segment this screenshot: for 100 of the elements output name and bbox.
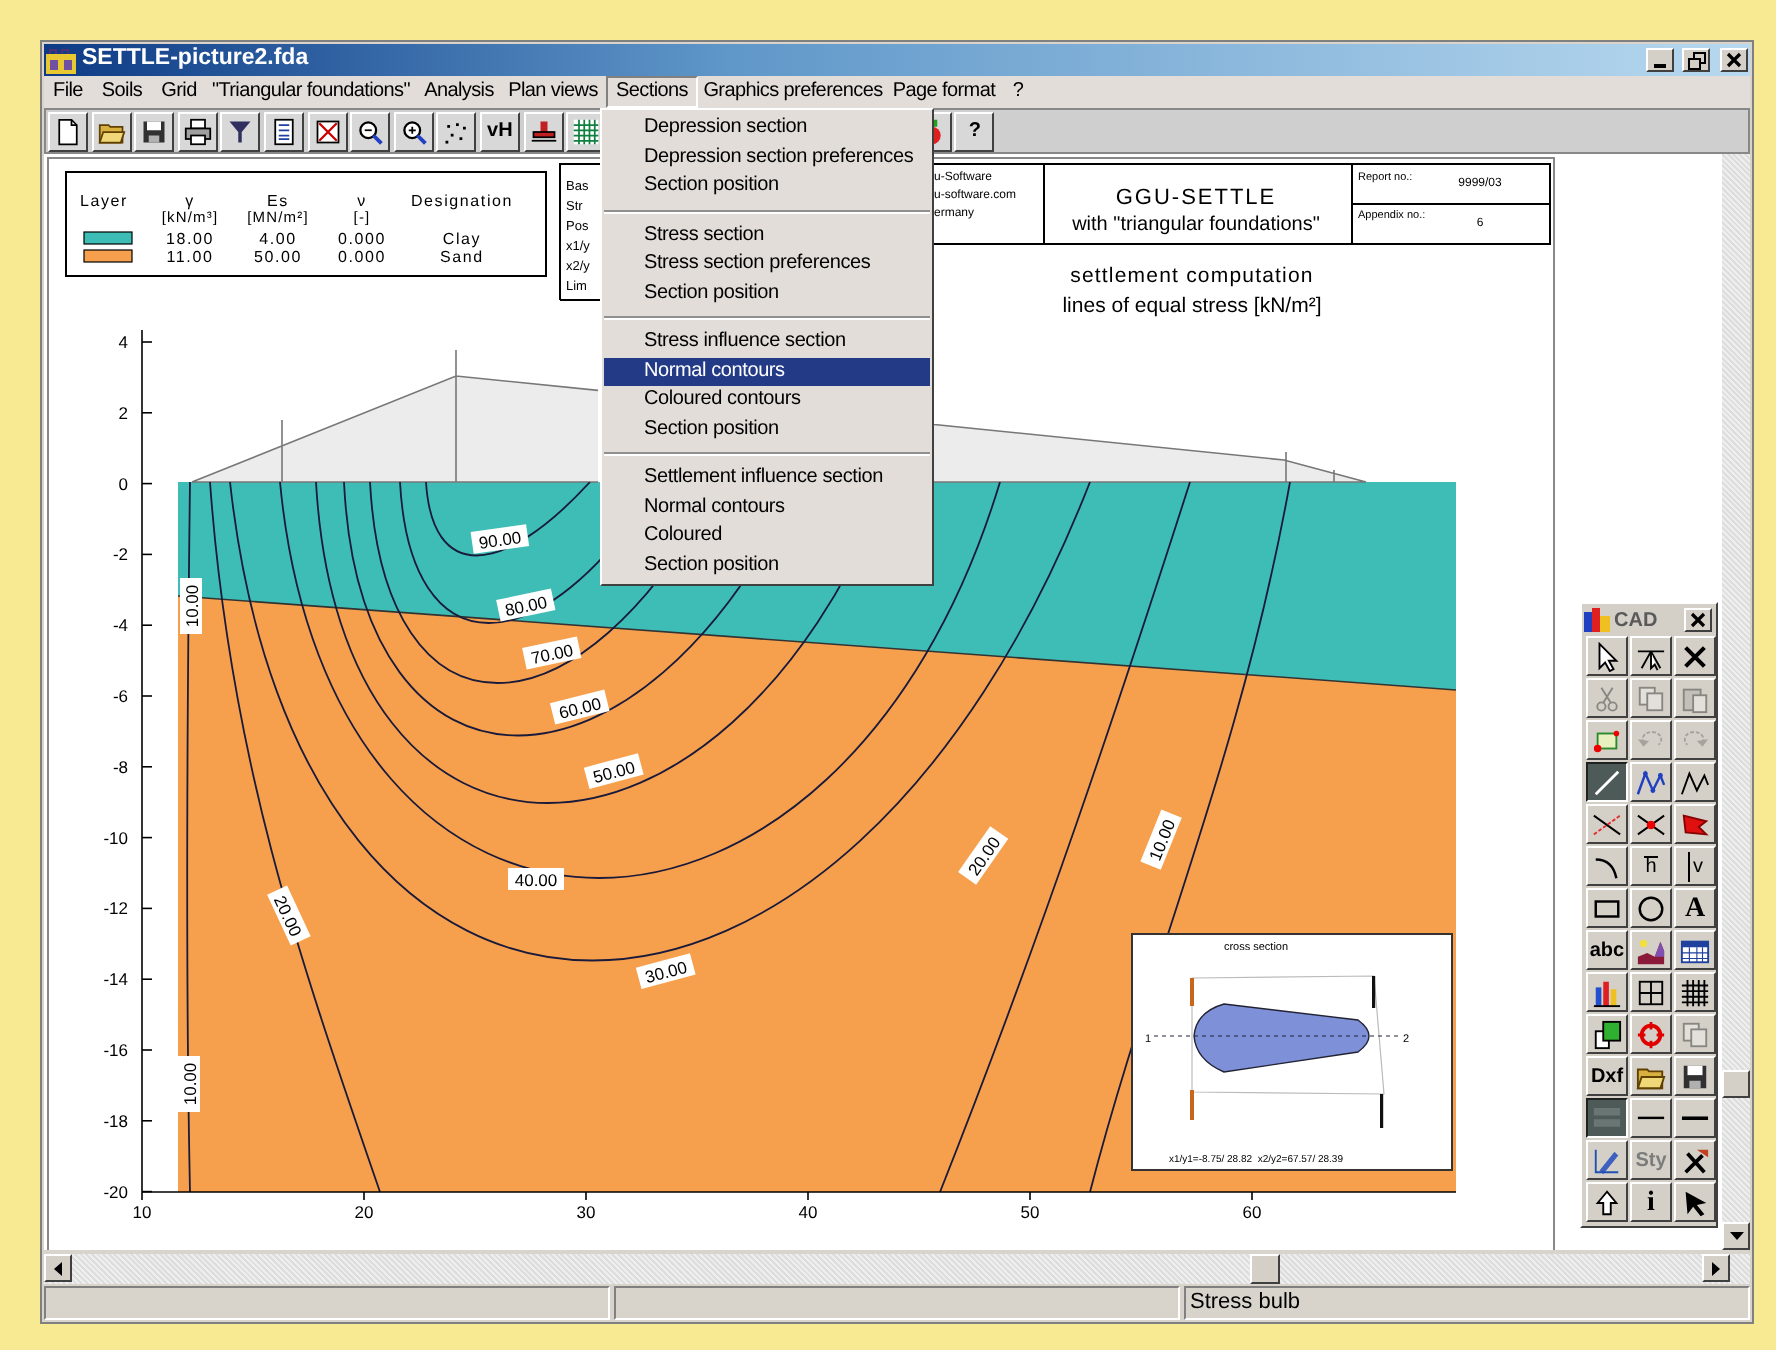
toolbar-button[interactable] xyxy=(436,111,477,152)
menu-item[interactable]: Coloured contours xyxy=(604,386,930,415)
column-header: ν xyxy=(357,192,367,211)
menu-item[interactable]: Page format xyxy=(888,78,1000,106)
legend-value: 50.00 xyxy=(253,248,303,267)
column-header: Layer xyxy=(80,192,128,211)
contour-label: 10.00 xyxy=(178,1056,200,1113)
menu-item[interactable]: Section position xyxy=(604,415,930,444)
axis-tick-label: -8 xyxy=(112,757,128,778)
toolbar-button[interactable] xyxy=(220,111,261,152)
menu-item[interactable]: File xyxy=(46,78,90,106)
column-header: γ xyxy=(185,192,195,211)
axis-tick-label: -4 xyxy=(112,616,128,636)
axis-tick-label: 0 xyxy=(118,474,128,495)
menu-item[interactable]: Plan views xyxy=(504,78,602,106)
tool-button[interactable]: Dxf xyxy=(1586,1056,1628,1096)
axis-tick-label: -20 xyxy=(103,1182,128,1203)
axis-tick-label: 4 xyxy=(118,332,128,353)
down-arrow-icon xyxy=(1729,1232,1743,1241)
close-button[interactable] xyxy=(1720,48,1748,72)
close-button[interactable] xyxy=(1684,608,1712,632)
save-icon xyxy=(140,117,169,146)
scroll-right-button[interactable] xyxy=(1702,1254,1730,1283)
tool-button[interactable] xyxy=(1586,762,1628,802)
toolbar-button[interactable] xyxy=(91,111,132,152)
toolbar-button[interactable] xyxy=(393,111,434,152)
legend-value: 4.00 xyxy=(259,230,297,249)
menu-item[interactable]: Depression section xyxy=(604,114,930,143)
contour-label: 80.00 xyxy=(496,589,556,623)
menu-item[interactable]: ? xyxy=(1004,78,1032,106)
table-icon xyxy=(1680,935,1710,965)
right-arrow-icon xyxy=(1712,1261,1720,1276)
menu-item[interactable]: Grid xyxy=(154,78,204,106)
toolbar-button[interactable]: vH xyxy=(479,111,520,152)
palette-icon xyxy=(1584,608,1610,632)
axis-tick-label: -6 xyxy=(112,686,128,707)
scroll-down-button[interactable] xyxy=(1722,1222,1750,1251)
contour-label: 70.00 xyxy=(522,637,582,671)
menu-item[interactable]: Depression section preferences xyxy=(604,143,930,172)
menu-item[interactable]: Soils xyxy=(94,78,150,106)
menu-item[interactable]: Section position xyxy=(604,172,930,201)
menu-item[interactable]: "Triangular foundations" xyxy=(208,78,414,106)
tool-button[interactable]: A xyxy=(1674,888,1716,928)
scroll-thumb[interactable] xyxy=(1722,1070,1750,1099)
copy-icon xyxy=(1636,683,1666,713)
zoom-out-icon xyxy=(356,117,385,146)
tool-button[interactable]: abc xyxy=(1586,930,1628,970)
menu-item[interactable]: Stress section preferences xyxy=(604,250,930,279)
zoom-in-icon xyxy=(399,117,428,146)
contour-label: 10.00 xyxy=(1140,810,1182,871)
toolbar-button[interactable] xyxy=(177,111,218,152)
page-copy-icon xyxy=(1592,1019,1622,1049)
toolbar-button[interactable] xyxy=(48,111,88,152)
axis-tick-label: -16 xyxy=(103,1040,128,1061)
status-text: Stress bulb xyxy=(1184,1286,1750,1320)
menu-item[interactable]: Graphics preferences xyxy=(702,78,884,106)
menu-item[interactable]: Section position xyxy=(604,279,930,308)
palette-title: CAD xyxy=(1614,607,1660,635)
toolbar-button[interactable] xyxy=(523,111,564,152)
toolbar-button[interactable] xyxy=(134,111,175,152)
toolbar-button[interactable] xyxy=(263,111,304,152)
contour-label: 60.00 xyxy=(549,690,610,726)
scroll-left-button[interactable] xyxy=(44,1254,72,1283)
menu-item[interactable]: Sections xyxy=(606,76,698,108)
contour-label: 50.00 xyxy=(583,753,644,790)
restore-button[interactable] xyxy=(1682,48,1710,72)
menu-item[interactable]: Stress influence section xyxy=(604,328,930,357)
line-icon xyxy=(1636,1116,1666,1120)
menu-item[interactable]: Normal contours xyxy=(604,493,930,522)
axis-tick-label: 40 xyxy=(798,1202,818,1223)
column-header: Designation xyxy=(410,192,514,211)
program-name: GGU-SETTLE xyxy=(1115,186,1277,211)
menu-item[interactable]: Settlement influence section xyxy=(604,464,930,493)
paste-icon xyxy=(1680,683,1710,713)
copy-icon xyxy=(1680,1019,1710,1049)
tool-button[interactable]: v xyxy=(1674,846,1716,886)
toolbar-button[interactable] xyxy=(307,111,348,152)
menu-item[interactable]: Section position xyxy=(604,551,930,580)
pen-icon xyxy=(1592,1145,1622,1175)
printer-icon xyxy=(183,117,212,146)
intersection-point-icon xyxy=(1636,809,1666,839)
toolbar-button[interactable]: ? xyxy=(954,111,995,152)
polyline-icon xyxy=(1636,767,1666,797)
stamp-icon xyxy=(529,117,558,146)
axis-tick-label: -2 xyxy=(112,545,128,566)
delete-icon xyxy=(1680,641,1710,671)
menu-item[interactable]: Normal contours xyxy=(604,357,930,386)
menu-item[interactable]: Coloured xyxy=(604,522,930,551)
tool-button[interactable]: h xyxy=(1630,846,1672,886)
minimize-button[interactable] xyxy=(1646,48,1674,72)
toolbar-button[interactable] xyxy=(350,111,391,152)
menu-item[interactable]: Analysis xyxy=(418,78,500,106)
plot-subtitle: lines of equal stress [kN/m²] xyxy=(1062,294,1322,319)
axis-tick-label: -12 xyxy=(103,899,128,920)
menu-item[interactable]: Stress section xyxy=(604,221,930,250)
scroll-thumb[interactable] xyxy=(1250,1254,1280,1284)
circle-icon xyxy=(1636,893,1666,923)
tool-button[interactable] xyxy=(1586,1098,1628,1138)
close-icon xyxy=(1726,52,1742,68)
tool-button[interactable]: i xyxy=(1630,1182,1672,1222)
